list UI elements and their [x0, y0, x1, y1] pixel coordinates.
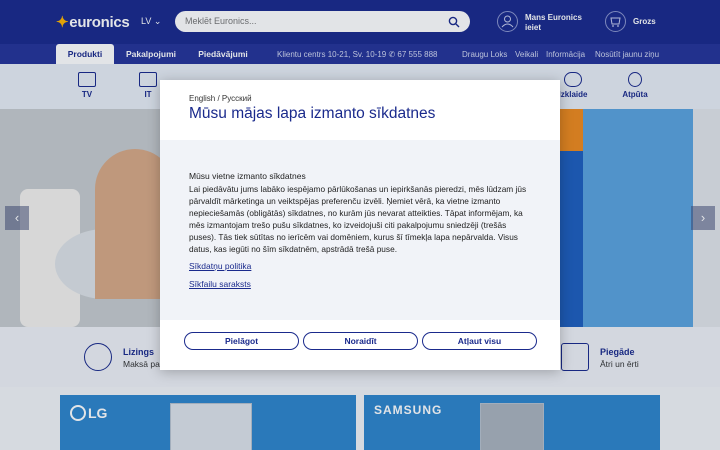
modal-title: Mūsu mājas lapa izmanto sīkdatnes [189, 105, 436, 122]
cookie-policy-link[interactable]: Sīkdatņu politika [189, 261, 251, 271]
customize-button[interactable]: Pielāgot [184, 332, 299, 350]
modal-subtitle: Mūsu vietne izmanto sīkdatnes [189, 171, 306, 181]
modal-body-text: Lai piedāvātu jums labāko iespējamo pārl… [189, 184, 527, 254]
cookie-list-link[interactable]: Sīkfailu saraksts [189, 279, 251, 289]
accept-all-button[interactable]: Atļaut visu [422, 332, 537, 350]
reject-button[interactable]: Noraidīt [303, 332, 418, 350]
modal-language-switch[interactable]: English / Русский [189, 94, 252, 103]
cookie-consent-modal: English / Русский Mūsu mājas lapa izmant… [160, 80, 560, 370]
modal-body: Mūsu vietne izmanto sīkdatnes Lai piedāv… [160, 140, 560, 320]
